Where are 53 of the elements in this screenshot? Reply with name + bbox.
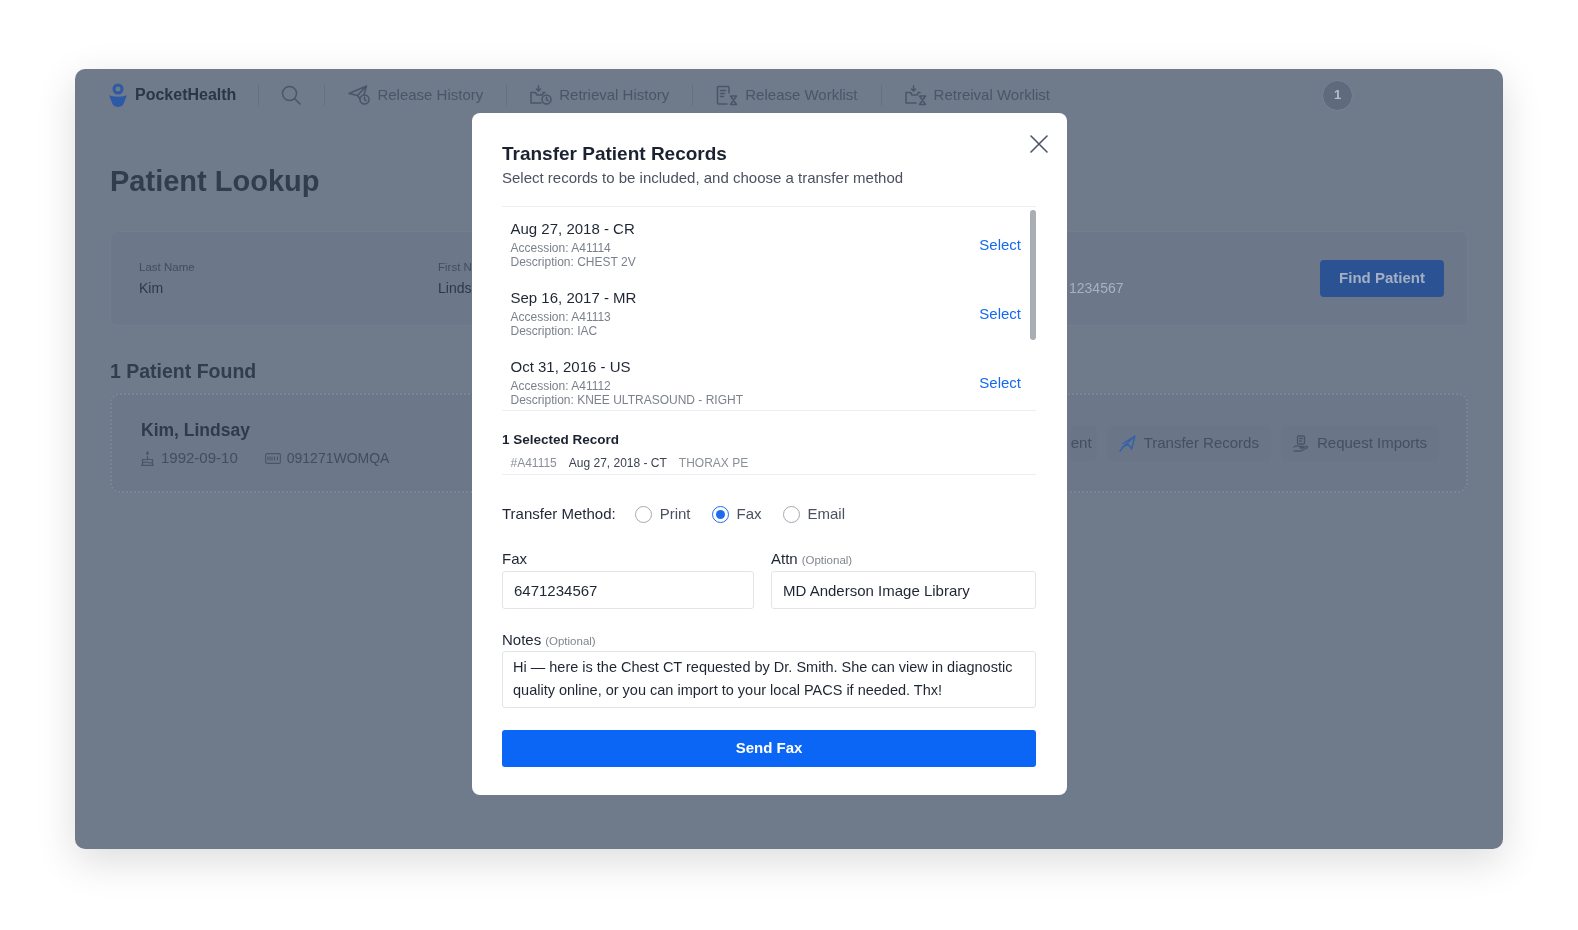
field-value[interactable]: Kim bbox=[139, 279, 164, 297]
field-value[interactable]: Linds bbox=[438, 279, 472, 297]
selected-record-id: #A41115 bbox=[510, 456, 557, 470]
selected-heading: 1 Selected Record bbox=[502, 431, 620, 449]
hand-documents-icon bbox=[1292, 434, 1309, 452]
close-button[interactable] bbox=[1029, 134, 1049, 154]
record-accession: Accession: A41113 bbox=[510, 310, 611, 324]
cake-icon bbox=[141, 450, 154, 466]
select-link[interactable]: Select bbox=[979, 373, 1021, 392]
paper-plane-clock-icon bbox=[348, 85, 371, 105]
select-link[interactable]: Select bbox=[979, 235, 1021, 254]
page-title: Patient Lookup bbox=[110, 164, 320, 199]
avatar[interactable]: 1 bbox=[1322, 79, 1353, 111]
inbox-clock-icon bbox=[530, 85, 553, 105]
radio-option[interactable]: Email bbox=[782, 505, 846, 523]
notes-textarea[interactable]: Hi — here is the Chest CT requested by Dr. Smith. She can view in diagnostic quality online, or you can import to your local PACS if needed. Thx! bbox=[502, 651, 1036, 708]
send-fax-button[interactable]: Send Fax bbox=[502, 730, 1036, 767]
document-hourglass-icon bbox=[716, 84, 739, 106]
record-accession: Accession: A41112 bbox=[510, 379, 611, 393]
text-input[interactable]: 6471234567 bbox=[502, 571, 754, 609]
paper-plane-icon bbox=[1118, 434, 1136, 452]
select-link[interactable]: Select bbox=[979, 304, 1021, 323]
transfer-method-label: Transfer Method: bbox=[502, 505, 616, 523]
dialog-subtitle: Select records to be included, and choose a transfer method bbox=[502, 169, 904, 187]
optional-note: (Optional) bbox=[545, 634, 596, 648]
radio-option[interactable]: Print bbox=[634, 505, 691, 523]
search-input[interactable]: 1234567 bbox=[1069, 278, 1189, 297]
field-label: Notes bbox=[502, 631, 542, 649]
record-accession: Accession: A41114 bbox=[510, 241, 611, 255]
brand-name: PocketHealth bbox=[135, 85, 237, 105]
search-icon[interactable] bbox=[281, 85, 302, 105]
selected-record-description: THORAX PE bbox=[678, 456, 749, 470]
record-description: Description: IAC bbox=[510, 324, 598, 338]
optional-note: (Optional) bbox=[801, 553, 853, 567]
scrollbar-thumb[interactable] bbox=[1030, 210, 1036, 340]
record-description: Description: KNEE ULTRASOUND - RIGHT bbox=[510, 393, 743, 407]
text-input[interactable]: MD Anderson Image Library bbox=[771, 571, 1036, 609]
radio-option[interactable]: Fax bbox=[711, 505, 762, 523]
record-title: Oct 31, 2016 - US bbox=[510, 358, 631, 376]
selected-record-title: Aug 27, 2018 - CT bbox=[568, 456, 667, 470]
patient-name: Kim, Lindsay bbox=[141, 419, 250, 441]
inbox-hourglass-icon bbox=[904, 84, 927, 106]
field-label: Attn bbox=[771, 550, 798, 568]
person-pin-icon bbox=[108, 82, 128, 108]
record-title: Aug 27, 2018 - CR bbox=[510, 220, 635, 238]
close-icon bbox=[1030, 135, 1048, 153]
record-title: Sep 16, 2017 - MR bbox=[510, 289, 637, 307]
results-heading: 1 Patient Found bbox=[110, 359, 257, 383]
find-patient-button[interactable]: Find Patient bbox=[1320, 260, 1444, 297]
id-card-icon bbox=[264, 452, 281, 464]
dialog-title: Transfer Patient Records bbox=[502, 142, 727, 166]
field-label: Fax bbox=[502, 550, 527, 568]
record-description: Description: CHEST 2V bbox=[510, 255, 636, 269]
